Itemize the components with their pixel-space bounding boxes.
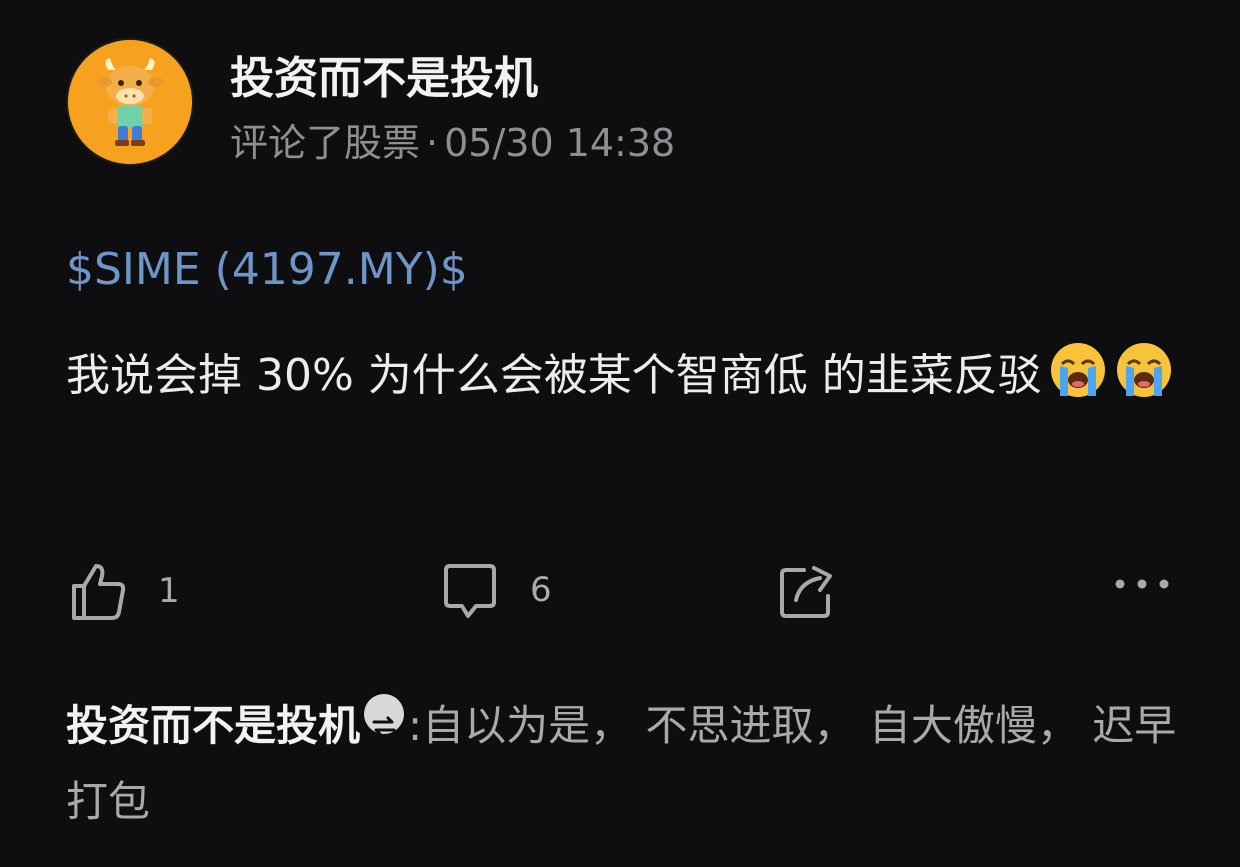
post-action-bar: 1 6 bbox=[0, 560, 1240, 640]
thumbs-up-icon bbox=[72, 564, 126, 620]
more-dots-icon bbox=[1115, 579, 1169, 589]
loudly-crying-face-icon bbox=[1048, 340, 1108, 400]
share-icon bbox=[780, 566, 832, 618]
stock-ticker-link[interactable]: $SIME (4197.MY)$ bbox=[66, 244, 468, 295]
post-action-label: 评论了股票 bbox=[230, 121, 421, 165]
comment-count: 6 bbox=[530, 570, 552, 610]
share-button[interactable] bbox=[776, 560, 836, 620]
bull-mascot-icon bbox=[68, 40, 192, 164]
like-count: 1 bbox=[158, 571, 180, 611]
post-timestamp: 05/30 14:38 bbox=[444, 121, 676, 165]
more-options-button[interactable] bbox=[1112, 576, 1172, 592]
loudly-crying-face-icon bbox=[1114, 340, 1174, 400]
post-body: 我说会掉 30% 为什么会被某个智商低 的韭菜反驳 bbox=[66, 332, 1196, 420]
comment-icon bbox=[444, 564, 496, 618]
like-button[interactable]: 1 bbox=[68, 560, 180, 622]
comment-button[interactable]: 6 bbox=[440, 560, 552, 620]
reply-preview[interactable]: 投资而不是投机 :自以为是， 不思进取， 自大傲慢， 迟早打包 bbox=[66, 688, 1186, 840]
avatar[interactable] bbox=[68, 40, 192, 164]
meta-separator: · bbox=[426, 121, 439, 165]
post-body-text: 我说会掉 30% 为什么会被某个智商低 的韭菜反驳 bbox=[66, 350, 1042, 401]
post-author-name[interactable]: 投资而不是投机 bbox=[230, 42, 538, 106]
author-badge-icon bbox=[364, 694, 405, 736]
reply-colon: : bbox=[408, 701, 423, 750]
post-meta: 评论了股票 · 05/30 14:38 bbox=[230, 112, 675, 167]
reply-author-name[interactable]: 投资而不是投机 bbox=[66, 701, 360, 750]
